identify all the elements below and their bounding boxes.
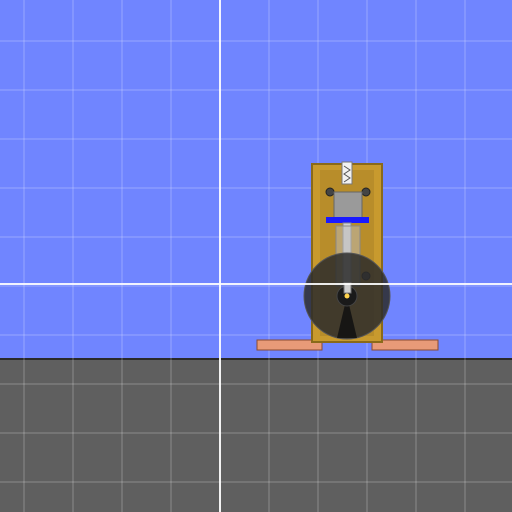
crosshair-horizontal	[0, 283, 512, 285]
bolt-top-left[interactable]	[325, 187, 335, 197]
bolt-top-right[interactable]	[361, 187, 371, 197]
engine-cylinder[interactable]	[333, 191, 363, 221]
piston-bar[interactable]	[326, 217, 369, 223]
flywheel-axle	[344, 293, 350, 299]
game-viewport[interactable]	[0, 0, 512, 512]
top-nozzle[interactable]	[341, 161, 353, 185]
crosshair-vertical	[219, 0, 221, 512]
engine-contraption[interactable]	[0, 0, 512, 512]
